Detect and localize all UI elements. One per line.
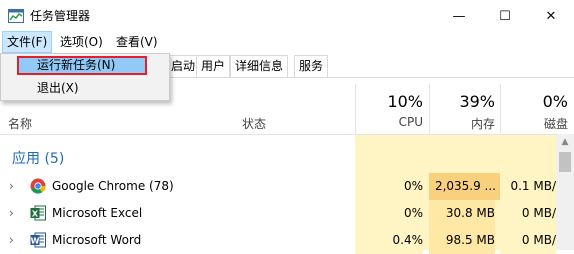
svg-text:W: W <box>31 237 40 246</box>
menu-item-exit[interactable]: 退出(X) <box>3 78 167 98</box>
title-bar[interactable]: 任务管理器 — ☐ ✕ <box>0 0 574 32</box>
column-cpu[interactable]: CPU <box>355 115 423 129</box>
word-icon: W <box>30 232 46 248</box>
column-disk[interactable]: 磁盘 <box>500 115 568 132</box>
group-apps-header[interactable]: 应用 (5) <box>12 148 64 168</box>
chevron-right-icon[interactable]: › <box>9 200 19 227</box>
menu-item-run-new-task[interactable]: 运行新任务(N) <box>17 56 147 75</box>
column-name[interactable]: 名称 <box>8 115 32 132</box>
cpu-value: 0% <box>355 200 423 227</box>
table-row[interactable]: › Google Chrome (78) 0% 2,035.9 ... 0.1 … <box>0 173 556 200</box>
chevron-right-icon[interactable]: › <box>9 173 19 200</box>
close-button[interactable]: ✕ <box>528 0 574 32</box>
window-title: 任务管理器 <box>30 9 91 23</box>
disk-value: 0 MB/ <box>500 200 556 227</box>
cpu-total[interactable]: 10% <box>355 92 423 111</box>
maximize-button[interactable]: ☐ <box>482 0 528 32</box>
tab-details[interactable]: 详细信息 <box>230 55 289 77</box>
excel-icon: X <box>30 205 46 221</box>
tab-services[interactable]: 服务 <box>294 55 329 77</box>
minimize-button[interactable]: — <box>436 0 482 32</box>
menu-view[interactable]: 查看(V) <box>112 31 162 53</box>
menu-options[interactable]: 选项(O) <box>56 31 107 53</box>
svg-text:X: X <box>32 210 39 219</box>
vertical-scrollbar[interactable]: ▲ <box>556 134 574 250</box>
scroll-thumb[interactable] <box>559 152 571 172</box>
table-row[interactable]: › X Microsoft Excel 0% 30.8 MB 0 MB/ <box>0 200 556 227</box>
menu-file[interactable]: 文件(F) <box>2 31 53 53</box>
menu-bar: 文件(F) 选项(O) 查看(V) <box>0 31 574 53</box>
file-menu-dropdown: 运行新任务(N) 退出(X) <box>0 53 170 101</box>
task-manager-icon <box>8 8 24 24</box>
process-name: Google Chrome (78) <box>52 179 174 193</box>
memory-total[interactable]: 39% <box>429 92 495 111</box>
cpu-value: 0% <box>355 173 423 200</box>
memory-value: 30.8 MB <box>429 200 495 227</box>
disk-value: 0.1 MB/ <box>500 173 556 200</box>
column-status[interactable]: 状态 <box>242 115 266 132</box>
process-name: Microsoft Excel <box>52 206 143 220</box>
tab-users[interactable]: 用户 <box>196 55 231 77</box>
chrome-icon <box>30 178 46 194</box>
scroll-up-icon[interactable]: ▲ <box>556 134 574 150</box>
column-memory[interactable]: 内存 <box>429 115 495 132</box>
disk-total[interactable]: 0% <box>500 92 568 111</box>
memory-value: 2,035.9 ... <box>429 173 500 200</box>
